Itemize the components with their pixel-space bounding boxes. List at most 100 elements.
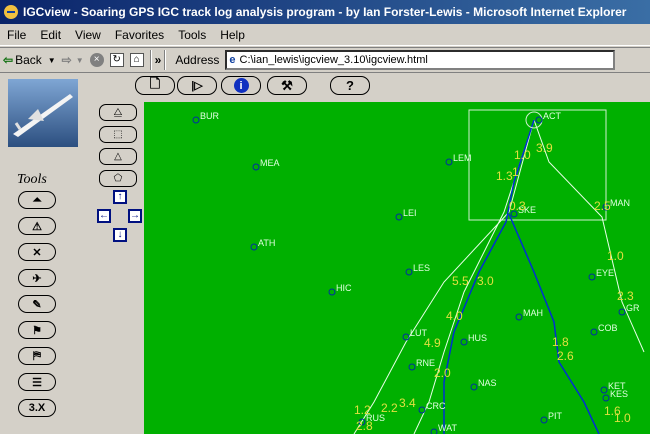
pan-up-button[interactable]: ↑ [113, 190, 127, 204]
menu-help[interactable]: Help [213, 28, 252, 42]
home-button[interactable]: ⌂ [127, 49, 147, 71]
address-label: Address [175, 53, 220, 67]
climb-rate-label: 2.3 [617, 289, 634, 303]
zoom-box [468, 109, 607, 221]
map-canvas[interactable]: BUR ACT MEA LEM LEI SKE MAN ATH LES EYE HIC MAH GR LU… [144, 102, 650, 434]
menu-edit[interactable]: Edit [33, 28, 68, 42]
forward-button[interactable]: ⇨ ▼ [59, 49, 87, 71]
menu-view[interactable]: View [68, 28, 108, 42]
menu-favorites[interactable]: Favorites [108, 28, 171, 42]
cross-icon: ✕ [32, 246, 42, 259]
turnpoint-marker[interactable] [588, 273, 596, 281]
back-arrow-icon: ⇦ [3, 53, 14, 67]
climb-rate-label: 0.3 [509, 199, 526, 213]
turnpoint-label: GR [626, 303, 640, 313]
zoom-task-button[interactable]: ⧋ [99, 104, 137, 121]
turnpoint-marker[interactable] [515, 313, 523, 321]
climb-rate-label: 1.8 [552, 335, 569, 349]
turnpoint-marker[interactable] [252, 163, 260, 171]
pan-right-button[interactable]: → [128, 209, 142, 223]
zoom-area-button[interactable]: ⬠ [99, 170, 137, 187]
turnpoint-marker[interactable] [600, 386, 608, 394]
turnpoint-marker[interactable] [430, 428, 438, 434]
back-label: Back [15, 53, 42, 67]
turnpoint-label: MEA [260, 158, 280, 168]
menu-bar: File Edit View Favorites Tools Help [0, 24, 650, 46]
pan-left-button[interactable]: ← [97, 209, 111, 223]
turnpoint-marker[interactable] [602, 394, 610, 402]
page-content: 🗋 |▷ i ⚒ ? Tools ⏶ ⚠ ✕ ✈ ✎ ⚑ ⛿ ☰ 3.X ⧋ ⬚… [0, 74, 650, 434]
climb-rate-label: 4.0 [446, 309, 463, 323]
turnpoint-label: RNE [416, 358, 435, 368]
flag-tool-button[interactable]: ⚑ [18, 321, 56, 339]
turnpoint-marker[interactable] [192, 116, 200, 124]
window-title-bar: IGCview - Soaring GPS IGC track log anal… [0, 0, 650, 24]
turnpoint-label: WAT [438, 423, 457, 433]
turnpoint-marker[interactable] [535, 116, 543, 124]
browser-toolbar: ⇦ Back ▼ ⇨ ▼ × ↻ ⌂ » Address e C:\ian_lew… [0, 47, 650, 73]
zoom-box-button[interactable]: ⬚ [99, 126, 137, 143]
turnpoint-marker[interactable] [402, 333, 410, 341]
help-button[interactable]: ? [330, 76, 370, 95]
stop-icon: × [89, 53, 104, 67]
thermal-tool-button[interactable]: ⚠ [18, 217, 56, 235]
climb-rate-label: 1 [512, 165, 519, 179]
turnpoint-label: HIC [336, 283, 352, 293]
address-value: C:\ian_lewis\igcview_3.10\igcview.html [239, 54, 428, 66]
more-chevron[interactable]: » [155, 53, 162, 67]
climb-rate-label: 5.5 [452, 274, 469, 288]
turnpoint-label: CRC [426, 401, 446, 411]
turnpoint-marker[interactable] [405, 268, 413, 276]
turnpoint-label: HUS [468, 333, 487, 343]
document-button[interactable]: 🗋 [135, 76, 175, 95]
turnpoint-marker[interactable] [250, 243, 258, 251]
turnpoint-marker[interactable] [408, 363, 416, 371]
task-tool-button[interactable]: ⏶ [18, 191, 56, 209]
checkered-flag-button[interactable]: ⛿ [18, 347, 56, 365]
turnpoint-label: NAS [478, 378, 497, 388]
pencil-tool-button[interactable]: ✎ [18, 295, 56, 313]
list-tool-button[interactable]: ☰ [18, 373, 56, 391]
info-button[interactable]: i [221, 76, 261, 95]
climb-rate-label: 2.8 [356, 419, 373, 433]
turnpoint-marker[interactable] [540, 416, 548, 424]
turnpoint-label: MAN [610, 198, 630, 208]
turnpoint-marker[interactable] [395, 213, 403, 221]
refresh-icon: ↻ [109, 53, 124, 67]
glider-tool-button[interactable]: ✈ [18, 269, 56, 287]
hammer-icon: ⚒ [281, 77, 293, 93]
cross-tool-button[interactable]: ✕ [18, 243, 56, 261]
turnpoint-marker[interactable] [618, 308, 626, 316]
turnpoint-label: COB [598, 323, 618, 333]
pan-down-button[interactable]: ↓ [113, 228, 127, 242]
climb-rate-label: 2.5 [594, 199, 611, 213]
refresh-button[interactable]: ↻ [107, 49, 127, 71]
back-button[interactable]: ⇦ Back ▼ [0, 49, 59, 71]
right-arrow-icon: → [130, 210, 140, 221]
address-field[interactable]: e C:\ian_lewis\igcview_3.10\igcview.html [225, 50, 616, 70]
climb-rate-label: 2.0 [434, 366, 451, 380]
turnpoint-marker[interactable] [418, 406, 426, 414]
toolbar-separator [164, 50, 167, 70]
play-button[interactable]: |▷ [177, 76, 217, 95]
turnpoint-marker[interactable] [460, 338, 468, 346]
version-button[interactable]: 3.X [18, 399, 56, 417]
climb-rate-label: 2.2 [381, 401, 398, 415]
forward-arrow-icon: ⇨ [61, 53, 72, 67]
stop-button[interactable]: × [87, 49, 107, 71]
turnpoint-marker[interactable] [328, 288, 336, 296]
turnpoint-marker[interactable] [590, 328, 598, 336]
flight-track [508, 213, 600, 434]
zoom-triangle-button[interactable]: △ [99, 148, 137, 165]
ie-app-icon [4, 5, 18, 19]
down-arrow-icon: ↓ [117, 229, 123, 240]
turnpoint-marker[interactable] [470, 383, 478, 391]
glider-icon: ✈ [32, 272, 42, 285]
menu-file[interactable]: File [0, 28, 33, 42]
left-arrow-icon: ← [99, 210, 109, 221]
climb-rate-label: 3.0 [477, 274, 494, 288]
turnpoint-label: PIT [548, 411, 563, 421]
turnpoint-marker[interactable] [445, 158, 453, 166]
hammer-button[interactable]: ⚒ [267, 76, 307, 95]
menu-tools[interactable]: Tools [171, 28, 213, 42]
